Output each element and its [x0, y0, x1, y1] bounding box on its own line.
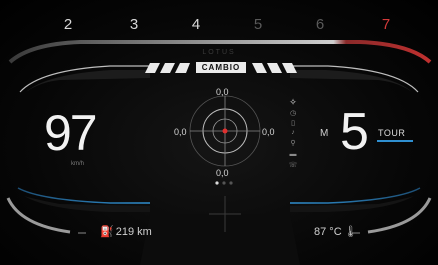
page-dot	[229, 181, 233, 185]
phone-icon[interactable]: ▯	[288, 119, 298, 127]
gforce-top: 0,0	[216, 87, 229, 97]
gforce-dot	[222, 128, 228, 134]
mode-title: CAMBIO	[196, 62, 246, 73]
navigate-icon[interactable]: ✧	[288, 97, 298, 108]
gear-scale-4: 4	[191, 16, 201, 33]
fuel-pump-icon: ⛽	[100, 226, 114, 238]
car-icon[interactable]: ▬	[288, 151, 298, 158]
fuel-range-value: 219 km	[115, 226, 152, 238]
left-bottom-arc	[6, 197, 71, 234]
speed-unit: km/h	[71, 161, 85, 167]
left-upper-texture	[26, 70, 150, 92]
right-upper-texture	[290, 70, 412, 92]
timer-icon[interactable]: ◷	[288, 109, 298, 117]
coolant-temp: 87 °C 🌡	[314, 225, 358, 238]
gear-scale-7: 7	[381, 16, 391, 33]
coolant-temp-value: 87 °C	[314, 226, 342, 238]
current-gear: 5	[340, 103, 369, 161]
music-icon[interactable]: ♪	[288, 129, 298, 136]
right-bottom-arc	[367, 197, 432, 234]
drive-mode-underline	[377, 140, 413, 142]
thermometer-icon: 🌡	[343, 226, 358, 238]
gear-scale-2: 2	[63, 16, 73, 33]
gear-mode: M	[320, 128, 329, 139]
fuel-range: ⛽ 219 km	[100, 225, 152, 238]
speed-value: 97	[44, 105, 98, 161]
gear-scale-3: 3	[129, 16, 139, 33]
gforce-right: 0,0	[262, 127, 275, 137]
location-pin-icon[interactable]: ⚲	[288, 139, 298, 147]
drive-mode: TOUR	[378, 128, 406, 138]
gforce-bottom: 0,0	[216, 168, 229, 178]
instrument-cluster: 2 3 4 5 6 7 LOTUS CAMBIO 97 km/h 0,0 0,0…	[0, 0, 438, 265]
bottom-panel	[140, 214, 300, 265]
page-dot-active	[215, 181, 219, 185]
gforce-left: 0,0	[174, 127, 187, 137]
call-icon[interactable]: ☏	[288, 161, 298, 169]
page-dot	[222, 181, 226, 185]
brand-label: LOTUS	[202, 49, 236, 56]
gear-scale-6: 6	[315, 16, 325, 33]
gear-scale-5: 5	[253, 16, 263, 33]
